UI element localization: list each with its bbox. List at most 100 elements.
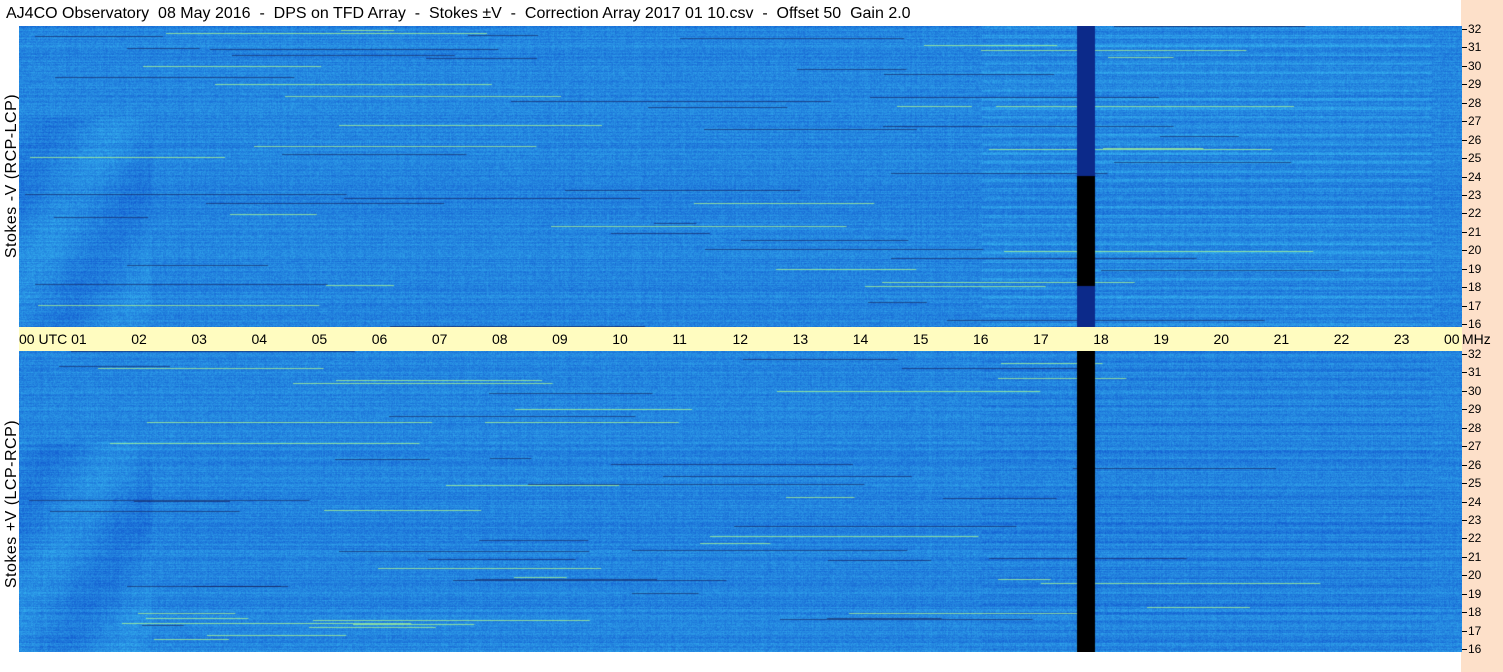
spectrogram-top-canvas: [19, 26, 1462, 327]
freq-tick-mark: [1462, 538, 1467, 540]
freq-tick-mark: [1462, 446, 1467, 448]
freq-tick: 26: [1468, 457, 1482, 472]
freq-tick-mark: [1462, 409, 1467, 411]
freq-tick-mark: [1462, 102, 1467, 104]
freq-tick-mark: [1462, 483, 1467, 485]
freq-tick-mark: [1462, 556, 1467, 558]
freq-tick-mark: [1462, 630, 1467, 632]
time-tick: 00 UTC: [19, 331, 68, 347]
freq-tick: 24: [1468, 494, 1482, 509]
freq-tick-mark: [1462, 121, 1467, 123]
freq-tick-mark: [1462, 593, 1467, 595]
freq-tick: 20: [1468, 568, 1482, 583]
time-tick: 07: [431, 331, 448, 347]
spectrogram-bottom: [19, 351, 1462, 652]
freq-tick-mark: [1462, 324, 1467, 325]
freq-tick-mark: [1462, 649, 1467, 650]
freq-tick-mark: [1462, 250, 1467, 252]
freq-tick: 19: [1468, 586, 1482, 601]
freq-tick: 25: [1468, 476, 1482, 491]
time-tick: 23: [1393, 331, 1410, 347]
freq-tick: 29: [1468, 77, 1482, 92]
time-tick: 09: [552, 331, 568, 347]
freq-tick-mark: [1462, 139, 1467, 141]
time-tick: 05: [311, 331, 328, 347]
freq-tick-mark: [1462, 213, 1467, 215]
freq-tick-mark: [1462, 501, 1467, 503]
freq-tick: 18: [1468, 605, 1482, 620]
time-tick: 00: [1444, 331, 1460, 347]
freq-tick: 23: [1468, 187, 1482, 202]
freq-tick-mark: [1462, 231, 1467, 233]
time-tick: 18: [1093, 331, 1109, 347]
time-tick: 16: [973, 331, 989, 347]
time-tick: 17: [1033, 331, 1049, 347]
freq-tick: 28: [1468, 420, 1482, 435]
freq-tick-mark: [1462, 84, 1467, 86]
spectrogram-top: [19, 26, 1462, 327]
freq-tick: 17: [1468, 623, 1482, 638]
freq-tick: 17: [1468, 298, 1482, 313]
freq-tick: 18: [1468, 280, 1482, 295]
freq-tick: 16: [1468, 642, 1482, 656]
time-tick: 20: [1213, 331, 1230, 347]
freq-tick-mark: [1462, 575, 1467, 577]
freq-tick-mark: [1462, 427, 1467, 429]
time-axis: 00 UTC 01 02 03 04 05 06 07 08 09 10 11 12 13 14 15 16 17…: [19, 327, 1491, 351]
time-tick: 04: [251, 331, 268, 347]
time-tick: 08: [492, 331, 508, 347]
freq-tick: 29: [1468, 402, 1482, 417]
freq-tick-mark: [1462, 372, 1467, 374]
freq-tick: 19: [1468, 261, 1482, 276]
time-tick: 01: [71, 331, 87, 347]
freq-tick-mark: [1462, 464, 1467, 466]
freq-axis-top: 16 17 18 19 20 21 22 23 24 25 26 27 28 29 30 31 32: [1462, 22, 1503, 331]
freq-tick: 31: [1468, 365, 1482, 380]
freq-tick: 32: [1468, 22, 1482, 36]
freq-tick: 31: [1468, 40, 1482, 55]
freq-tick: 21: [1468, 549, 1482, 564]
freq-tick: 28: [1468, 95, 1482, 110]
freq-tick: 22: [1468, 206, 1482, 221]
freq-tick: 27: [1468, 114, 1482, 129]
freq-tick-mark: [1462, 287, 1467, 289]
freq-tick: 23: [1468, 512, 1482, 527]
freq-tick: 21: [1468, 224, 1482, 239]
freq-tick-mark: [1462, 29, 1467, 30]
time-tick: 10: [612, 331, 628, 347]
freq-tick-mark: [1462, 612, 1467, 614]
freq-axis-bottom: 16 17 18 19 20 21 22 23 24 25 26 27 28 29 30 31 32: [1462, 347, 1503, 656]
freq-tick-mark: [1462, 354, 1467, 355]
time-tick: 19: [1153, 331, 1169, 347]
time-tick: 11: [672, 331, 687, 347]
freq-tick: 30: [1468, 58, 1482, 73]
freq-tick-mark: [1462, 305, 1467, 307]
freq-tick: 32: [1468, 347, 1482, 361]
freq-tick: 20: [1468, 243, 1482, 258]
freq-tick: 24: [1468, 169, 1482, 184]
time-tick: 14: [852, 331, 869, 347]
freq-tick-mark: [1462, 65, 1467, 67]
freq-tick: 22: [1468, 531, 1482, 546]
freq-tick: 26: [1468, 132, 1482, 147]
mhz-unit-label: MHz: [1462, 331, 1491, 347]
time-tick: 21: [1273, 331, 1290, 347]
freq-tick-mark: [1462, 194, 1467, 196]
freq-tick: 30: [1468, 383, 1482, 398]
time-tick: 22: [1333, 331, 1350, 347]
time-tick: 13: [792, 331, 809, 347]
freq-tick-mark: [1462, 47, 1467, 49]
freq-tick-mark: [1462, 176, 1467, 178]
spectrogram-bottom-canvas: [19, 351, 1462, 652]
freq-tick-mark: [1462, 519, 1467, 521]
freq-tick-mark: [1462, 268, 1467, 270]
time-tick: 06: [371, 331, 388, 347]
freq-tick-mark: [1462, 158, 1467, 160]
time-tick: 02: [131, 331, 147, 347]
freq-tick: 25: [1468, 151, 1482, 166]
freq-tick: 27: [1468, 439, 1482, 454]
time-tick: 03: [191, 331, 207, 347]
freq-tick-mark: [1462, 390, 1467, 392]
freq-tick: 16: [1468, 317, 1482, 331]
chart-title: AJ4CO Observatory 08 May 2016 - DPS on T…: [6, 5, 911, 22]
